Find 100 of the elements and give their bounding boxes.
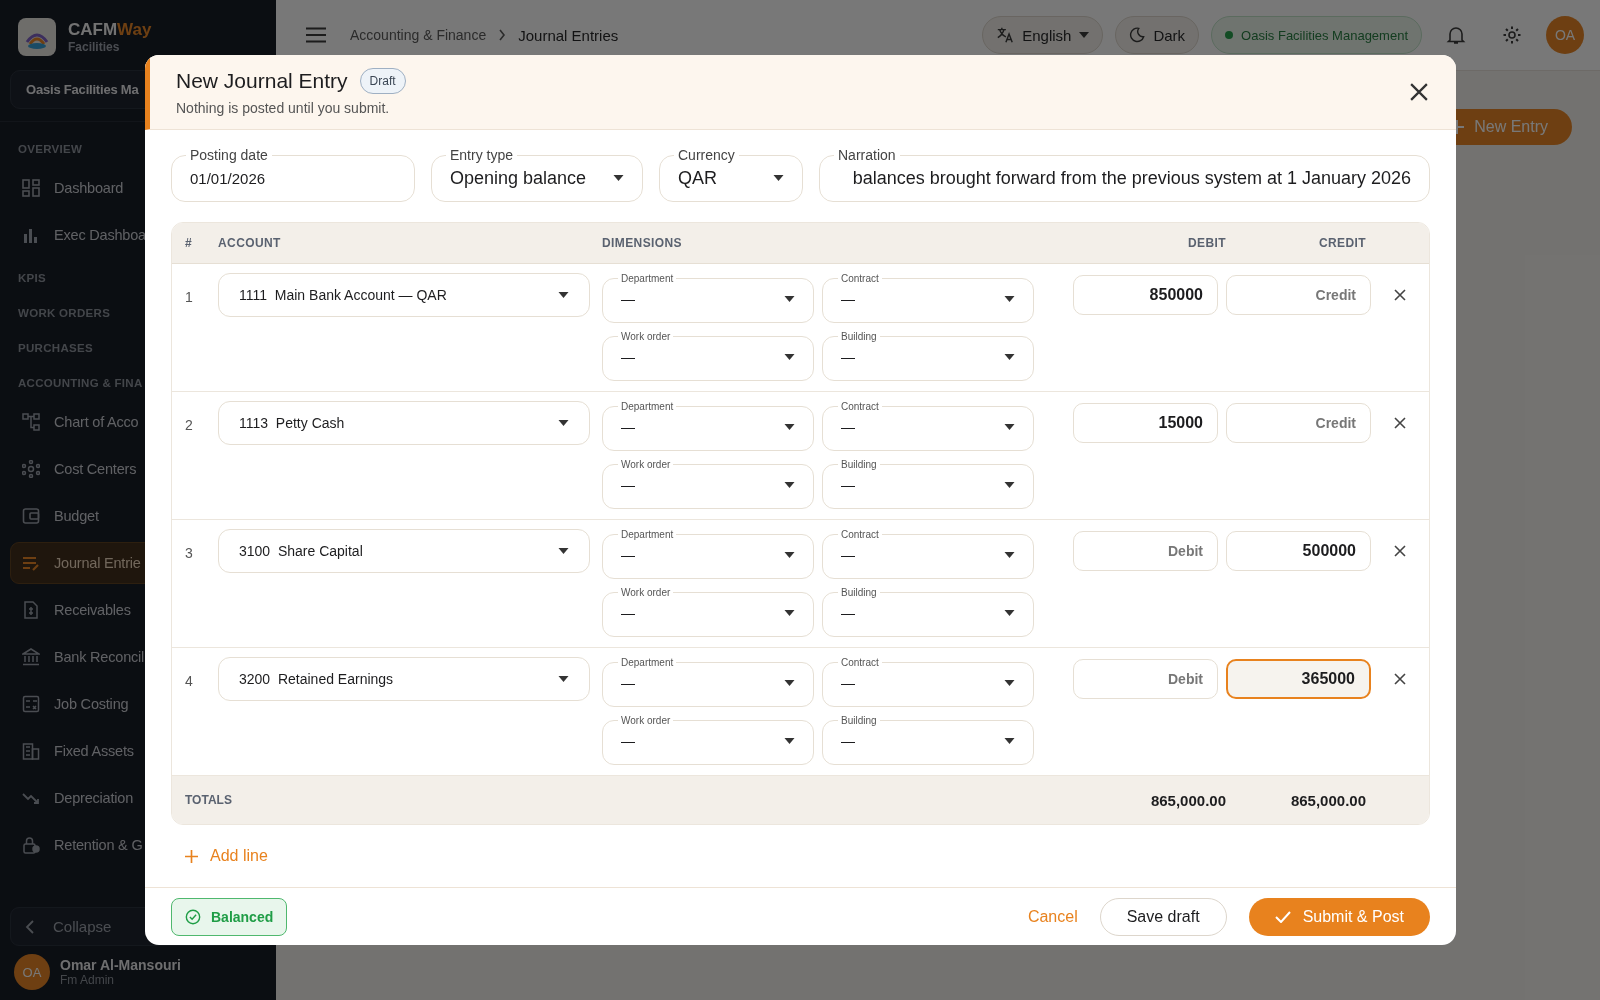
credit-total: 865,000.00	[1289, 791, 1367, 809]
debit-input[interactable]: Debit	[1073, 659, 1218, 700]
dimension-select[interactable]: Department —	[602, 273, 814, 324]
text-field[interactable]: Narration balances brought forward from the previous system at 1 January 2026	[819, 147, 1430, 203]
dimension-select[interactable]: Contract —	[822, 273, 1034, 324]
section-heading: WORK ORDERS	[18, 307, 111, 319]
caret-icon	[558, 292, 569, 299]
caret-icon	[1004, 552, 1015, 559]
theme-toggle[interactable]: Dark	[1115, 16, 1200, 54]
caret-icon	[1004, 610, 1015, 617]
column-header: #	[184, 236, 194, 251]
caret-icon	[784, 738, 795, 745]
caret-icon	[1004, 680, 1015, 687]
user-role: Fm Admin	[60, 973, 115, 987]
column-header: CREDIT	[1317, 236, 1367, 251]
calc-icon	[22, 695, 40, 713]
bank-icon	[22, 648, 40, 666]
grid-icon	[22, 179, 40, 197]
remove-line-icon[interactable]	[1394, 289, 1406, 302]
settings-icon[interactable]	[1502, 25, 1522, 45]
account-select[interactable]: 1113 Petty Cash	[218, 401, 590, 446]
building-icon	[22, 742, 40, 760]
dimension-select[interactable]: Contract —	[822, 657, 1034, 708]
caret-icon	[784, 424, 795, 431]
tree-icon	[22, 413, 40, 431]
caret-icon	[784, 680, 795, 687]
chevron-right-icon	[498, 29, 507, 41]
dimension-select[interactable]: Work order —	[602, 331, 814, 382]
dimension-select[interactable]: Department —	[602, 401, 814, 452]
column-header: ACCOUNT	[218, 236, 282, 251]
dimension-select[interactable]: Building —	[822, 459, 1034, 510]
caret-icon	[784, 354, 795, 361]
credit-input[interactable]: Credit	[1226, 275, 1371, 316]
debit-input[interactable]: 15000	[1073, 403, 1218, 444]
caret-icon	[1004, 296, 1015, 303]
dimension-select[interactable]: Department —	[602, 529, 814, 580]
dimension-select[interactable]: Contract —	[822, 401, 1034, 452]
remove-line-icon[interactable]	[1394, 673, 1406, 686]
caret-icon	[613, 175, 624, 182]
dimension-select[interactable]: Building —	[822, 715, 1034, 766]
status-badge: Draft	[359, 68, 406, 94]
column-header: DIMENSIONS	[602, 236, 683, 251]
line-number: 1	[184, 288, 194, 306]
chevron-left-icon	[25, 919, 35, 934]
account-select[interactable]: 3200 Retained Earnings	[218, 657, 590, 702]
caret-icon	[1004, 738, 1015, 745]
dimension-select[interactable]: Work order —	[602, 715, 814, 766]
select-field[interactable]: Entry type Opening balance	[431, 147, 643, 203]
close-icon[interactable]	[1410, 83, 1428, 101]
select-field[interactable]: Currency QAR	[659, 147, 803, 203]
bars-icon	[22, 226, 40, 244]
status-dot-icon	[1225, 31, 1234, 39]
dimension-select[interactable]: Work order —	[602, 459, 814, 510]
account-select[interactable]: 3100 Share Capital	[218, 529, 590, 574]
caret-icon	[1004, 482, 1015, 489]
section-heading: ACCOUNTING & FINA	[18, 377, 143, 389]
translate-icon	[996, 26, 1015, 44]
menu-icon[interactable]	[306, 27, 326, 43]
caret-icon	[1004, 354, 1015, 361]
plus-icon	[185, 849, 198, 863]
balance-status: Balanced	[171, 897, 288, 936]
line-number: 3	[184, 544, 194, 562]
totals-label: TOTALS	[184, 793, 233, 808]
line-number: 2	[184, 416, 194, 434]
section-heading: OVERVIEW	[18, 143, 83, 155]
lines-icon	[22, 554, 40, 572]
dimension-select[interactable]: Building —	[822, 331, 1034, 382]
caret-icon	[1004, 424, 1015, 431]
lock-icon	[22, 836, 40, 854]
credit-input[interactable]: Credit	[1226, 403, 1371, 444]
debit-input[interactable]: Debit	[1073, 531, 1218, 572]
dimension-select[interactable]: Department —	[602, 657, 814, 708]
remove-line-icon[interactable]	[1394, 545, 1406, 558]
caret-icon	[558, 676, 569, 683]
breadcrumb-current: Journal Entries	[518, 26, 619, 44]
caret-icon	[784, 482, 795, 489]
nodes-icon	[22, 460, 40, 478]
caret-icon	[784, 552, 795, 559]
brand-name: CAFMWay	[68, 20, 152, 40]
caret-icon	[784, 296, 795, 303]
caret-icon	[784, 610, 795, 617]
caret-icon	[558, 548, 569, 555]
save-draft-button[interactable]: Save draft	[1099, 897, 1227, 936]
line-number: 4	[184, 672, 194, 690]
column-header: DEBIT	[1187, 236, 1226, 251]
debit-input[interactable]: 850000	[1073, 275, 1218, 316]
bell-icon[interactable]	[1446, 25, 1466, 45]
dimension-select[interactable]: Building —	[822, 587, 1034, 638]
account-select[interactable]: 1111 Main Bank Account — QAR	[218, 273, 590, 318]
dimension-select[interactable]: Work order —	[602, 587, 814, 638]
caret-icon	[558, 420, 569, 427]
user-name: Omar Al-Mansouri	[60, 957, 181, 973]
language-selector[interactable]: English	[982, 16, 1104, 54]
dimension-select[interactable]: Contract —	[822, 529, 1034, 580]
remove-line-icon[interactable]	[1394, 417, 1406, 430]
credit-input[interactable]: 500000	[1226, 531, 1371, 572]
credit-input[interactable]: 365000	[1226, 659, 1371, 700]
brand-subtitle: Facilities	[68, 40, 121, 54]
debit-total: 865,000.00	[1149, 791, 1226, 809]
date-field[interactable]: Posting date 01/01/2026	[171, 147, 415, 203]
